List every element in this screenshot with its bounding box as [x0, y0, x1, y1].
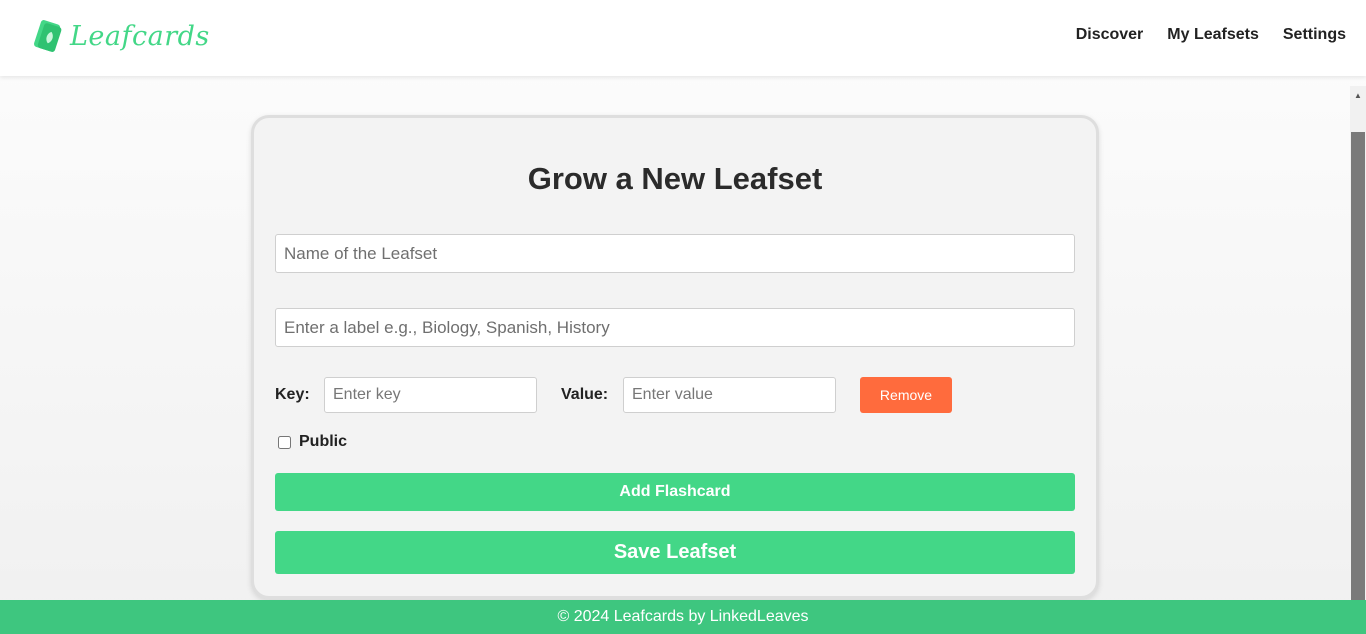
brand-logo-link[interactable]: Leafcards [32, 16, 210, 56]
key-label: Key: [275, 386, 310, 403]
leaf-card-icon [33, 20, 62, 52]
nav-links: Discover My Leafsets Settings [1076, 26, 1346, 44]
nav-link-discover[interactable]: Discover [1076, 26, 1144, 44]
public-toggle-row: Public [278, 433, 347, 451]
scroll-up-arrow-icon[interactable]: ▲ [1350, 86, 1366, 104]
flashcard-value-input[interactable] [623, 377, 836, 413]
leafset-label-input[interactable] [275, 308, 1075, 347]
value-label: Value: [561, 386, 609, 403]
new-leafset-card: Grow a New Leafset Key: Value: Remove Pu… [251, 115, 1099, 599]
add-flashcard-button[interactable]: Add Flashcard [275, 473, 1075, 511]
nav-link-my-leafsets[interactable]: My Leafsets [1167, 26, 1259, 44]
public-label[interactable]: Public [299, 433, 347, 451]
footer-text: © 2024 Leafcards by LinkedLeaves [557, 608, 809, 625]
public-checkbox[interactable] [278, 435, 291, 449]
save-leafset-button[interactable]: Save Leafset [275, 531, 1075, 574]
flashcard-key-input[interactable] [324, 377, 537, 413]
footer: © 2024 Leafcards by LinkedLeaves [0, 600, 1366, 634]
vertical-scrollbar[interactable]: ▲ [1350, 86, 1366, 602]
remove-flashcard-button[interactable]: Remove [860, 377, 952, 413]
top-navbar: Leafcards Discover My Leafsets Settings [0, 0, 1366, 76]
leafset-name-input[interactable] [275, 234, 1075, 273]
scrollbar-thumb[interactable] [1351, 132, 1365, 602]
nav-link-settings[interactable]: Settings [1283, 26, 1346, 44]
page-title: Grow a New Leafset [527, 161, 823, 196]
brand-name: Leafcards [70, 20, 210, 52]
